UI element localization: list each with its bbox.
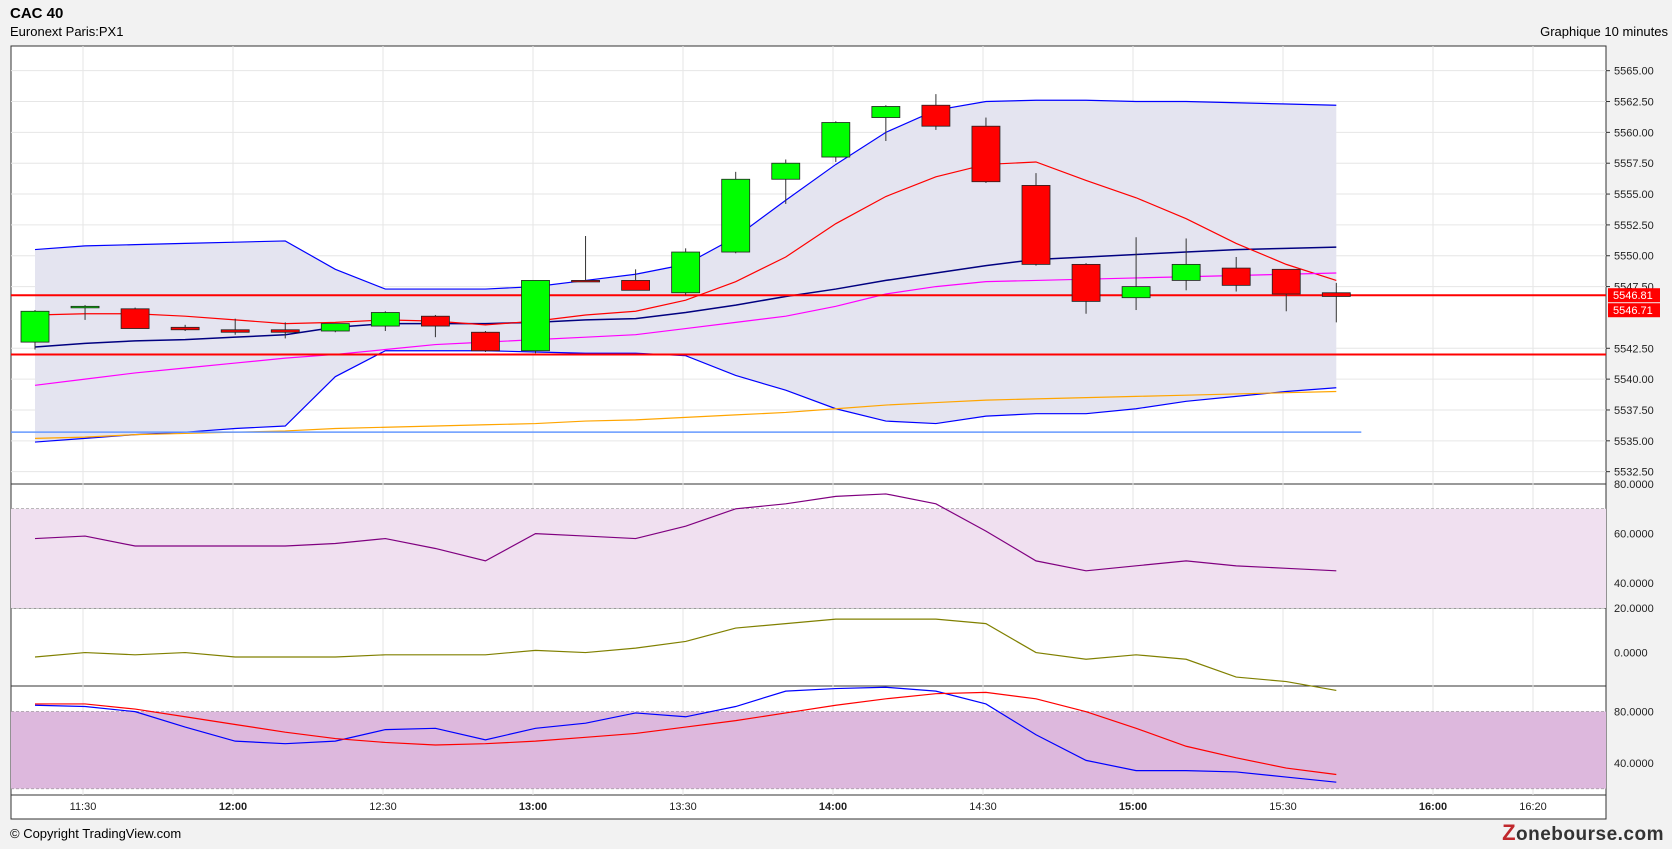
candle-body [771,162,801,180]
candle[interactable] [521,280,550,354]
candle-body [370,312,400,327]
price-tick-label: 5565.00 [1614,66,1654,78]
candle-body [20,310,50,343]
stochastic-zone [11,711,1606,789]
price-tick-label: 5557.50 [1614,158,1654,170]
candle-body [1021,185,1051,265]
candle-body [1271,268,1301,295]
logo-text: onebourse.com [1516,824,1664,845]
time-tick-label: 14:30 [969,801,997,813]
candle[interactable] [120,307,150,329]
candle-body [1321,292,1351,297]
last-price-label: 5546.81 [1613,290,1653,302]
price-tick-label: 5532.50 [1614,467,1654,479]
time-axis-pane [10,794,1607,820]
rsi-tick-label: 80.0000 [1614,479,1654,491]
candle-body [120,308,150,329]
price-tick-label: 5552.50 [1614,220,1654,232]
time-tick-label: 16:00 [1419,801,1447,813]
price-tick-label: 5537.50 [1614,405,1654,417]
candle-body [220,329,250,333]
candle[interactable] [971,117,1001,183]
candle-body [821,122,851,158]
time-tick-label: 12:00 [219,801,247,813]
osc-tick-label: 20.0000 [1614,603,1654,615]
candle[interactable] [320,323,350,333]
zonebourse-logo[interactable]: Zonebourse.com [1502,820,1664,846]
candle[interactable] [1021,173,1051,266]
candle-body [621,280,650,291]
price-tick-label: 5562.50 [1614,97,1654,109]
candle-body [721,178,751,253]
time-tick-label: 11:30 [70,801,97,813]
candle-body [671,251,701,294]
price-tick-label: 5540.00 [1614,374,1654,386]
candle-body [521,280,550,352]
candle-body [571,280,600,283]
candle-body [1121,286,1151,299]
time-tick-label: 15:00 [1119,801,1147,813]
candle-body [170,326,200,331]
time-tick-label: 16:20 [1519,801,1547,813]
candle[interactable] [471,331,500,352]
osc-tick-label: 0.0000 [1614,648,1648,660]
stochastic-tick-label: 40.0000 [1614,758,1654,770]
price-tick-label: 5550.00 [1614,251,1654,263]
candle-body [921,104,951,127]
candle-body [1071,263,1101,302]
rsi-tick-label: 40.0000 [1614,578,1654,590]
time-tick-label: 13:00 [519,801,547,813]
time-tick-label: 14:00 [819,801,847,813]
copyright-text: © Copyright TradingView.com [10,826,182,841]
time-tick-label: 13:30 [669,801,697,813]
candle-body [420,315,450,327]
last-price-label: 5546.71 [1613,305,1653,317]
candle-body [320,323,350,332]
candle-body [871,106,901,118]
price-tick-label: 5535.00 [1614,436,1654,448]
rsi-zone [11,508,1606,608]
price-tick-label: 5542.50 [1614,343,1654,355]
candle-body [1221,267,1251,286]
pane-osc [10,607,1607,687]
candle-body [70,305,100,309]
price-tick-label: 5555.00 [1614,189,1654,201]
candle-body [971,125,1001,183]
chart-canvas[interactable]: 11:30 12:00 12:30 13:00 13:30 14:00 14:30 15:00… [0,0,1672,849]
candle-body [1171,263,1201,281]
candle-body [471,331,500,352]
candle[interactable] [821,121,851,162]
price-tick-label: 5560.00 [1614,127,1654,139]
candle[interactable] [721,171,751,254]
candle-body [270,329,300,333]
candle[interactable] [671,248,701,296]
stochastic-tick-label: 80.0000 [1614,707,1654,719]
time-tick-label: 12:30 [369,801,397,813]
time-tick-label: 15:30 [1269,801,1297,813]
rsi-tick-label: 60.0000 [1614,529,1654,541]
